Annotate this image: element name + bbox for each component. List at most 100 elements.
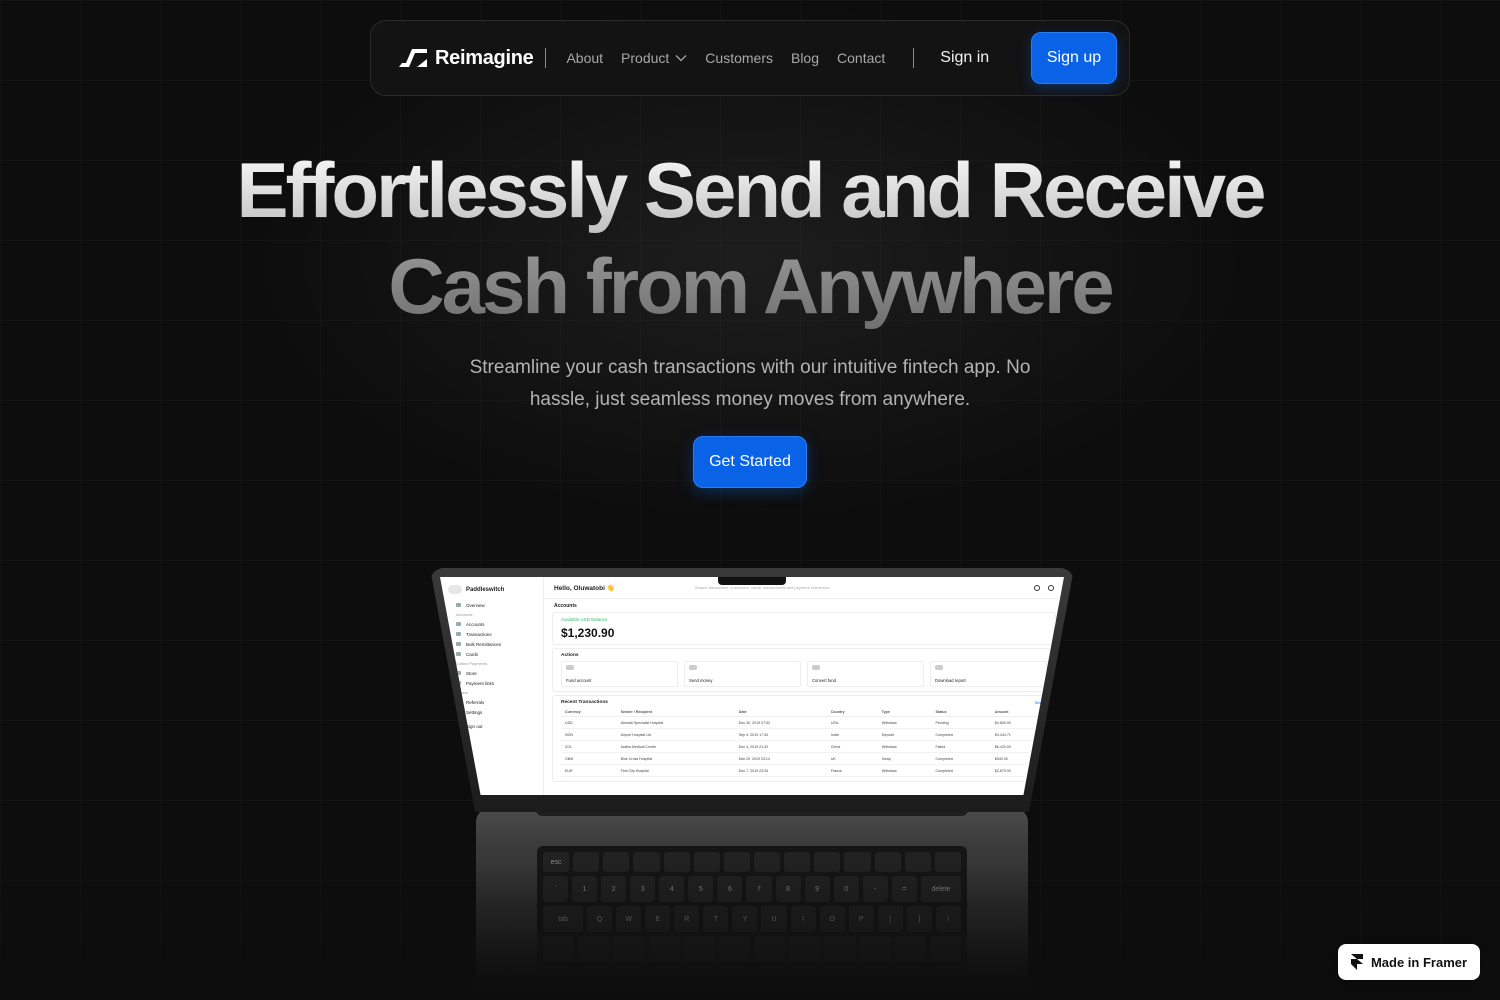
balance-label: Available USD Balance [561, 617, 608, 622]
keyboard-key [633, 852, 660, 872]
see-all-link[interactable]: See all [1035, 700, 1047, 705]
get-started-button[interactable]: Get Started [693, 436, 807, 488]
keyboard-key: ] [906, 906, 932, 932]
sidebar-item-label: Accounts [466, 621, 485, 627]
table-cell: Sep 4, 2019 17:30 [734, 728, 827, 741]
table-cell: Blue Cross Hospital [616, 752, 735, 765]
section-title: Recent Transactions [561, 700, 608, 705]
keyboard-key: U [761, 906, 787, 932]
dashboard-preview: Paddleswitch Overview Accounts Accounts … [440, 577, 1064, 795]
avatar[interactable] [1048, 584, 1054, 591]
settings-icon[interactable] [1034, 584, 1040, 591]
table-header[interactable]: Country [826, 708, 878, 717]
keyboard-key: I [790, 906, 816, 932]
table-row[interactable]: NGN Airport Hospital Ltd Sep 4, 2019 17:30… [561, 728, 1047, 741]
keyboard-key: [ [877, 906, 903, 932]
balance-amount: $1,230.90 [561, 626, 615, 640]
keyboard-key: 0 [833, 876, 859, 902]
nav-links: About Product Customers Blog Contact [566, 50, 903, 66]
sidebar-group-label: Accounts [456, 612, 473, 617]
table-cell: France [826, 764, 878, 777]
download-report-action[interactable]: Download report [930, 661, 1047, 687]
sidebar-item-label: Settings [466, 709, 483, 715]
table-header[interactable]: Amount [990, 708, 1047, 717]
table-cell: Ahmadi Specialist Hospital [616, 716, 735, 729]
sidebar-item-accounts[interactable]: Accounts [440, 619, 543, 629]
table-cell: $3,444.71 [990, 728, 1047, 741]
table-header[interactable]: Date [734, 708, 827, 717]
keyboard-key [613, 936, 645, 962]
transfer-icon [456, 632, 461, 636]
status-badge: Completed [931, 764, 991, 777]
keyboard-key [904, 852, 931, 872]
sidebar-item-referrals[interactable]: Referrals [440, 697, 543, 707]
send-money-action[interactable]: Send money [684, 661, 801, 687]
workspace-name: Paddleswitch [466, 586, 505, 593]
table-header[interactable]: Sender / Recipient [616, 708, 735, 717]
sidebar-group-label: Collect Payments [456, 661, 488, 666]
nav-divider [913, 48, 915, 68]
table-row[interactable]: EUR First City Hospital Dec 7, 2019 23:26 F… [561, 764, 1047, 777]
table-cell: Withdraw [877, 716, 932, 729]
made-in-framer-badge[interactable]: Made in Framer [1338, 944, 1480, 980]
keyboard-key: delete [920, 876, 961, 902]
table-header[interactable]: Type [877, 708, 932, 717]
chevron-down-icon [675, 55, 687, 62]
sidebar-item-label: Payment links [466, 680, 495, 686]
action-label: Send money [689, 678, 713, 683]
nav-divider [545, 48, 547, 68]
search-input[interactable]: Search transaction, customers, cards, su… [695, 585, 830, 590]
table-row[interactable]: GBM Blue Cross Hospital Mar 20, 2019 23:14… [561, 752, 1047, 765]
brand-logo[interactable]: Reimagine [397, 47, 534, 70]
table-cell: Dec 7, 2019 23:26 [734, 764, 827, 777]
card-icon [456, 652, 461, 656]
sign-up-button[interactable]: Sign up [1031, 32, 1117, 84]
table-header[interactable]: Currency [561, 708, 617, 717]
nav-link-about[interactable]: About [566, 50, 603, 66]
sidebar-item-store[interactable]: Store [440, 668, 543, 678]
fund-account-action[interactable]: Fund account [561, 661, 678, 687]
nav-link-blog[interactable]: Blog [791, 50, 819, 66]
keyboard-key: tab [543, 906, 584, 932]
keyboard-key: T [703, 906, 729, 932]
reimagine-logo-icon [399, 49, 427, 67]
nav-link-customers[interactable]: Customers [705, 50, 773, 66]
keyboard-key [603, 852, 630, 872]
keyboard-key: 7 [746, 876, 772, 902]
sidebar-item-bulk-remittances[interactable]: Bulk Remittances [440, 639, 543, 649]
keyboard-key [874, 852, 901, 872]
table-header[interactable]: Status [931, 708, 991, 717]
nav-link-product[interactable]: Product [621, 50, 687, 66]
keyboard-key [859, 936, 891, 962]
store-icon [456, 671, 461, 675]
top-navbar: Reimagine About Product Customers Blog C… [370, 20, 1130, 96]
keyboard-key [934, 852, 961, 872]
sidebar-item-cards[interactable]: Cards [440, 649, 543, 659]
table-cell: Mar 20, 2019 23:14 [734, 752, 827, 765]
keyboard-key [789, 936, 821, 962]
convert-fund-action[interactable]: Convert fund [807, 661, 924, 687]
sidebar-item-transactions[interactable]: Transactions [440, 629, 543, 639]
laptop-base [476, 808, 1028, 1000]
send-icon [689, 665, 697, 670]
table-row[interactable]: ZOL Arabia Medical Centre Dec 4, 2019 21:4… [561, 740, 1047, 753]
action-label: Convert fund [812, 678, 836, 683]
keyboard-key [929, 936, 962, 962]
workspace-avatar [448, 585, 462, 594]
sidebar-item-label: Sign out [466, 723, 483, 729]
keyboard-key [683, 936, 715, 962]
sidebar-item-settings[interactable]: Settings [440, 707, 543, 717]
table-cell: China [826, 740, 878, 753]
logout-icon [456, 724, 461, 728]
hero-title-line-1: Effortlessly Send and Receive [0, 142, 1500, 238]
sidebar-item-sign-out[interactable]: Sign out [440, 721, 543, 731]
sign-in-link[interactable]: Sign in [940, 49, 989, 67]
table-cell: NGN [561, 728, 617, 741]
keyboard-key: 8 [775, 876, 801, 902]
sidebar-item-payment-links[interactable]: Payment links [440, 678, 543, 688]
nav-link-contact[interactable]: Contact [837, 50, 885, 66]
section-title: Actions [561, 653, 579, 658]
sidebar-item-overview[interactable]: Overview [440, 600, 543, 610]
table-row[interactable]: USD Ahmadi Specialist Hospital Dec 30, 201… [561, 716, 1047, 729]
workspace-switcher[interactable]: Paddleswitch [440, 577, 543, 600]
